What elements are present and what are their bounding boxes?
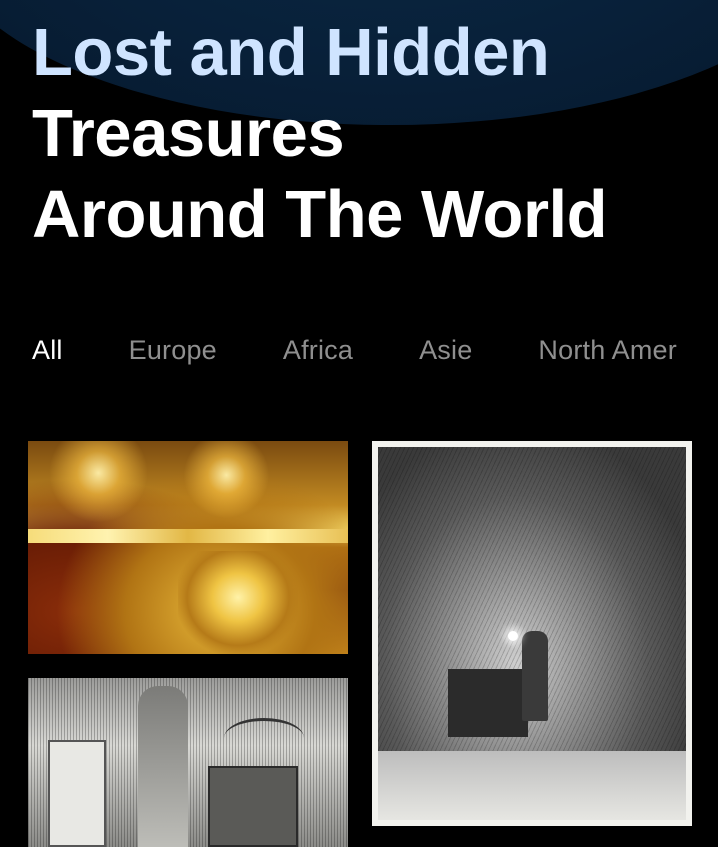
tab-europe[interactable]: Europe bbox=[129, 331, 217, 371]
gallery-card-amber-room[interactable] bbox=[28, 441, 348, 654]
gallery-card-ark-vault[interactable] bbox=[372, 441, 692, 826]
vault-floor bbox=[378, 751, 686, 820]
tab-africa[interactable]: Africa bbox=[283, 331, 353, 371]
tab-asie[interactable]: Asie bbox=[419, 331, 472, 371]
ark-figure bbox=[208, 766, 298, 847]
title-line-3: Around The World bbox=[32, 177, 608, 252]
page-title: Lost and Hidden Treasures Around The Wor… bbox=[32, 12, 712, 255]
person-figure bbox=[522, 631, 548, 721]
region-filter-tabs: All Europe Africa Asie North Amer bbox=[32, 331, 718, 371]
torch-light bbox=[508, 631, 518, 641]
title-line-1: Lost and Hidden bbox=[32, 15, 550, 90]
tab-north-america[interactable]: North Amer bbox=[538, 331, 677, 371]
chest-figure bbox=[448, 669, 528, 737]
priest-figure bbox=[138, 686, 188, 847]
gilded-band bbox=[28, 529, 348, 543]
title-line-2: Treasures bbox=[32, 96, 345, 171]
altar-figure bbox=[48, 740, 106, 847]
tab-all[interactable]: All bbox=[32, 331, 63, 371]
cherub-wings bbox=[224, 718, 304, 758]
gold-ornament bbox=[178, 551, 298, 654]
gallery-card-temple-priest[interactable] bbox=[28, 678, 348, 847]
